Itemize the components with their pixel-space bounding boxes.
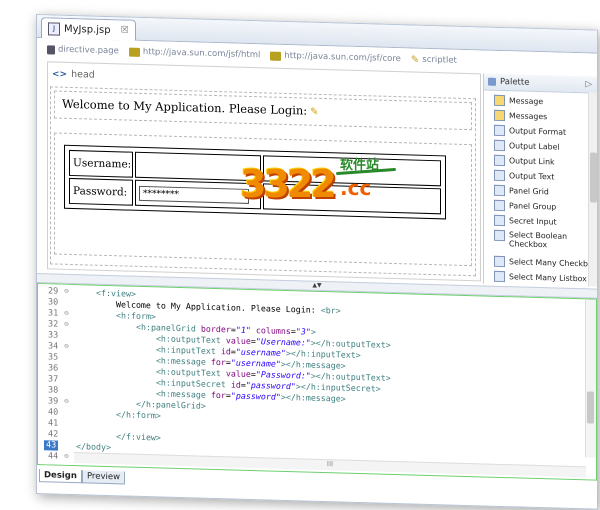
line-number: 44 [48, 451, 59, 462]
breadcrumb-label: http://java.sun.com/jsf/core [284, 50, 401, 65]
editor-window: J MyJsp.jsp ☒ directive.page http://java… [36, 14, 598, 510]
output-text-icon [494, 169, 505, 182]
palette-scrollbar[interactable] [588, 92, 598, 287]
taglib-icon [128, 47, 140, 57]
palette-item-label: Messages [509, 111, 548, 122]
tab-design[interactable]: Design [39, 469, 82, 484]
editor-tab-myjsp[interactable]: J MyJsp.jsp ☒ [41, 17, 136, 41]
output-label-icon [494, 139, 505, 152]
palette-scroll-thumb[interactable] [590, 152, 597, 203]
password-label-cell: Password: [69, 177, 133, 206]
palette-item-label: Output Label [509, 141, 560, 152]
line-number: 31 [48, 308, 59, 319]
line-number: 33 [48, 330, 59, 341]
listbox-icon [494, 270, 505, 283]
fold-icon[interactable]: ⊖ [64, 288, 69, 295]
checkbox-list-icon [494, 255, 505, 268]
tag-icon: <> [52, 68, 68, 80]
output-format-icon [494, 124, 505, 137]
watermark-number: 3322 [240, 162, 337, 206]
source-vertical-scrollbar[interactable] [585, 299, 596, 458]
line-number: 41 [48, 418, 59, 429]
message-icon [494, 94, 505, 107]
palette-item-label: Select Many Checkbox [509, 257, 598, 269]
breadcrumb-item-jsf-html[interactable]: http://java.sun.com/jsf/html [128, 46, 261, 61]
breadcrumb-label: http://java.sun.com/jsf/html [142, 46, 261, 61]
line-number-selected: 43 [44, 440, 59, 451]
palette-item-label: Panel Group [509, 201, 557, 212]
palette-item-label: Message [509, 96, 544, 107]
palette-item-select-boolean-checkbox[interactable]: Select Boolean Checkbox [484, 228, 598, 257]
palette-panel: Palette ▷ Message Messages Output Format… [483, 73, 598, 287]
messages-icon [494, 109, 505, 122]
palette-item-label: Output Format [509, 126, 567, 137]
line-number: 40 [48, 407, 59, 418]
fold-icon[interactable]: ⊖ [64, 398, 69, 405]
fold-icon[interactable]: ⊖ [64, 343, 69, 350]
fold-icon[interactable]: ⊖ [64, 453, 69, 460]
line-number: 36 [48, 363, 59, 374]
code-line: </body> [76, 441, 111, 453]
taglib-icon [270, 51, 282, 61]
palette-item-select-many-listbox[interactable]: Select Many Listbox [484, 269, 598, 287]
breadcrumb-label: scriptlet [422, 54, 457, 66]
password-label: Password: [73, 185, 128, 199]
line-number: 37 [48, 374, 59, 385]
watermark-logo: 软件站 3322 .cc [240, 150, 400, 210]
br-tag-icon: ✎ [310, 106, 319, 118]
breadcrumb-item-directive[interactable]: directive.page [47, 44, 119, 56]
line-number: 29 [48, 286, 59, 297]
line-number: 42 [48, 429, 59, 440]
secret-input-icon [494, 214, 505, 227]
password-field[interactable]: ******** [139, 185, 249, 204]
palette-menu-icon[interactable]: ▷ [585, 76, 592, 92]
output-link-icon [494, 154, 505, 167]
username-label: Username: [73, 157, 132, 171]
line-number: 34 [48, 341, 59, 352]
close-icon[interactable]: ☒ [121, 21, 129, 40]
line-number: 35 [48, 352, 59, 363]
line-number: 38 [48, 385, 59, 396]
scriptlet-icon: ✎ [410, 53, 420, 66]
line-number: 39 [48, 396, 59, 407]
breadcrumb-item-scriptlet[interactable]: ✎ scriptlet [411, 54, 457, 66]
palette-title: Palette [500, 76, 530, 88]
line-number-gutter: 29 ⊖ 30 31 ⊖ 32 ⊖ 33 34 ⊖ 35 36 37 38 39 ⊖ 40… [38, 284, 74, 466]
username-label-cell: Username: [69, 149, 133, 178]
source-scroll-thumb[interactable] [587, 391, 594, 424]
directive-icon [47, 44, 55, 55]
editor-tab-label: MyJsp.jsp [64, 23, 111, 36]
palette-item-label: Output Link [509, 156, 555, 167]
code-line: </h:form> [115, 409, 161, 421]
palette-icon [488, 77, 496, 86]
tab-preview[interactable]: Preview [81, 470, 126, 485]
fold-icon[interactable]: ⊖ [64, 310, 69, 317]
head-element[interactable]: <> head [52, 68, 95, 81]
bottom-tab-bar: Design Preview [39, 469, 126, 485]
breadcrumb-item-jsf-core[interactable]: http://java.sun.com/jsf/core [270, 50, 401, 65]
panel-grid-icon [494, 184, 505, 197]
source-editor[interactable]: 29 ⊖ 30 31 ⊖ 32 ⊖ 33 34 ⊖ 35 36 37 38 39 ⊖ 40… [37, 283, 597, 481]
palette-item-label: Panel Grid [509, 186, 549, 197]
line-number: 30 [48, 297, 59, 308]
breadcrumb-label: directive.page [58, 44, 119, 57]
palette-item-label: Secret Input [509, 216, 557, 227]
watermark-cc: .cc [340, 176, 372, 200]
fold-icon[interactable]: ⊖ [64, 321, 69, 328]
jsp-file-icon: J [48, 21, 60, 36]
checkbox-icon [494, 229, 505, 242]
line-number: 32 [48, 319, 59, 330]
palette-item-label: Select Many Listbox [509, 272, 587, 284]
palette-item-label: Output Text [509, 171, 555, 182]
palette-item-label: Select Boolean Checkbox [509, 230, 568, 250]
panel-group-icon [494, 199, 505, 212]
code-line: <f:view> [95, 287, 136, 299]
head-label: head [71, 68, 95, 81]
source-horizontal-scrollbar[interactable]: III [74, 452, 586, 478]
